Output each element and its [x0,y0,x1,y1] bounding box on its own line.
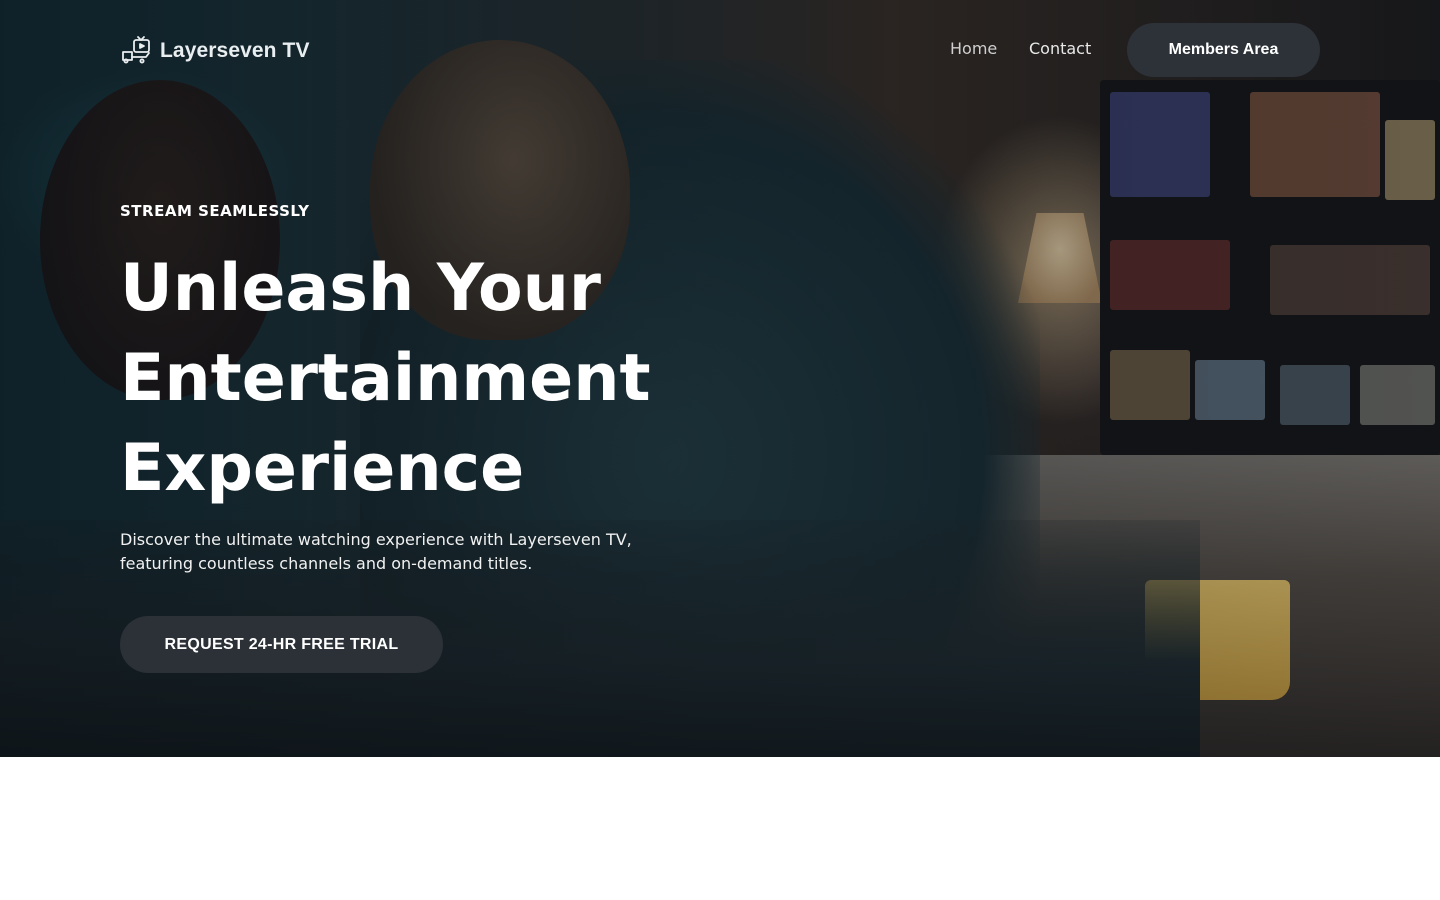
brand-logo[interactable]: Layerseven TV [120,33,310,69]
hero-eyebrow: STREAM SEAMLESSLY [120,202,310,220]
tv-delivery-icon [120,33,152,69]
hero-section: Layerseven TV Home Contact Members Area … [0,0,1440,757]
free-trial-button[interactable]: REQUEST 24-HR FREE TRIAL [120,616,443,673]
hero-description: Discover the ultimate watching experienc… [120,530,632,573]
below-fold-section [0,757,1440,900]
members-area-button[interactable]: Members Area [1127,23,1320,77]
nav-link-home[interactable]: Home [950,39,997,58]
top-navigation: Layerseven TV Home Contact Members Area [0,0,1440,100]
brand-name: Layerseven TV [160,39,310,62]
nav-link-contact[interactable]: Contact [1029,39,1091,58]
hero-headline: Unleash Your Entertainment Experience [120,251,651,506]
